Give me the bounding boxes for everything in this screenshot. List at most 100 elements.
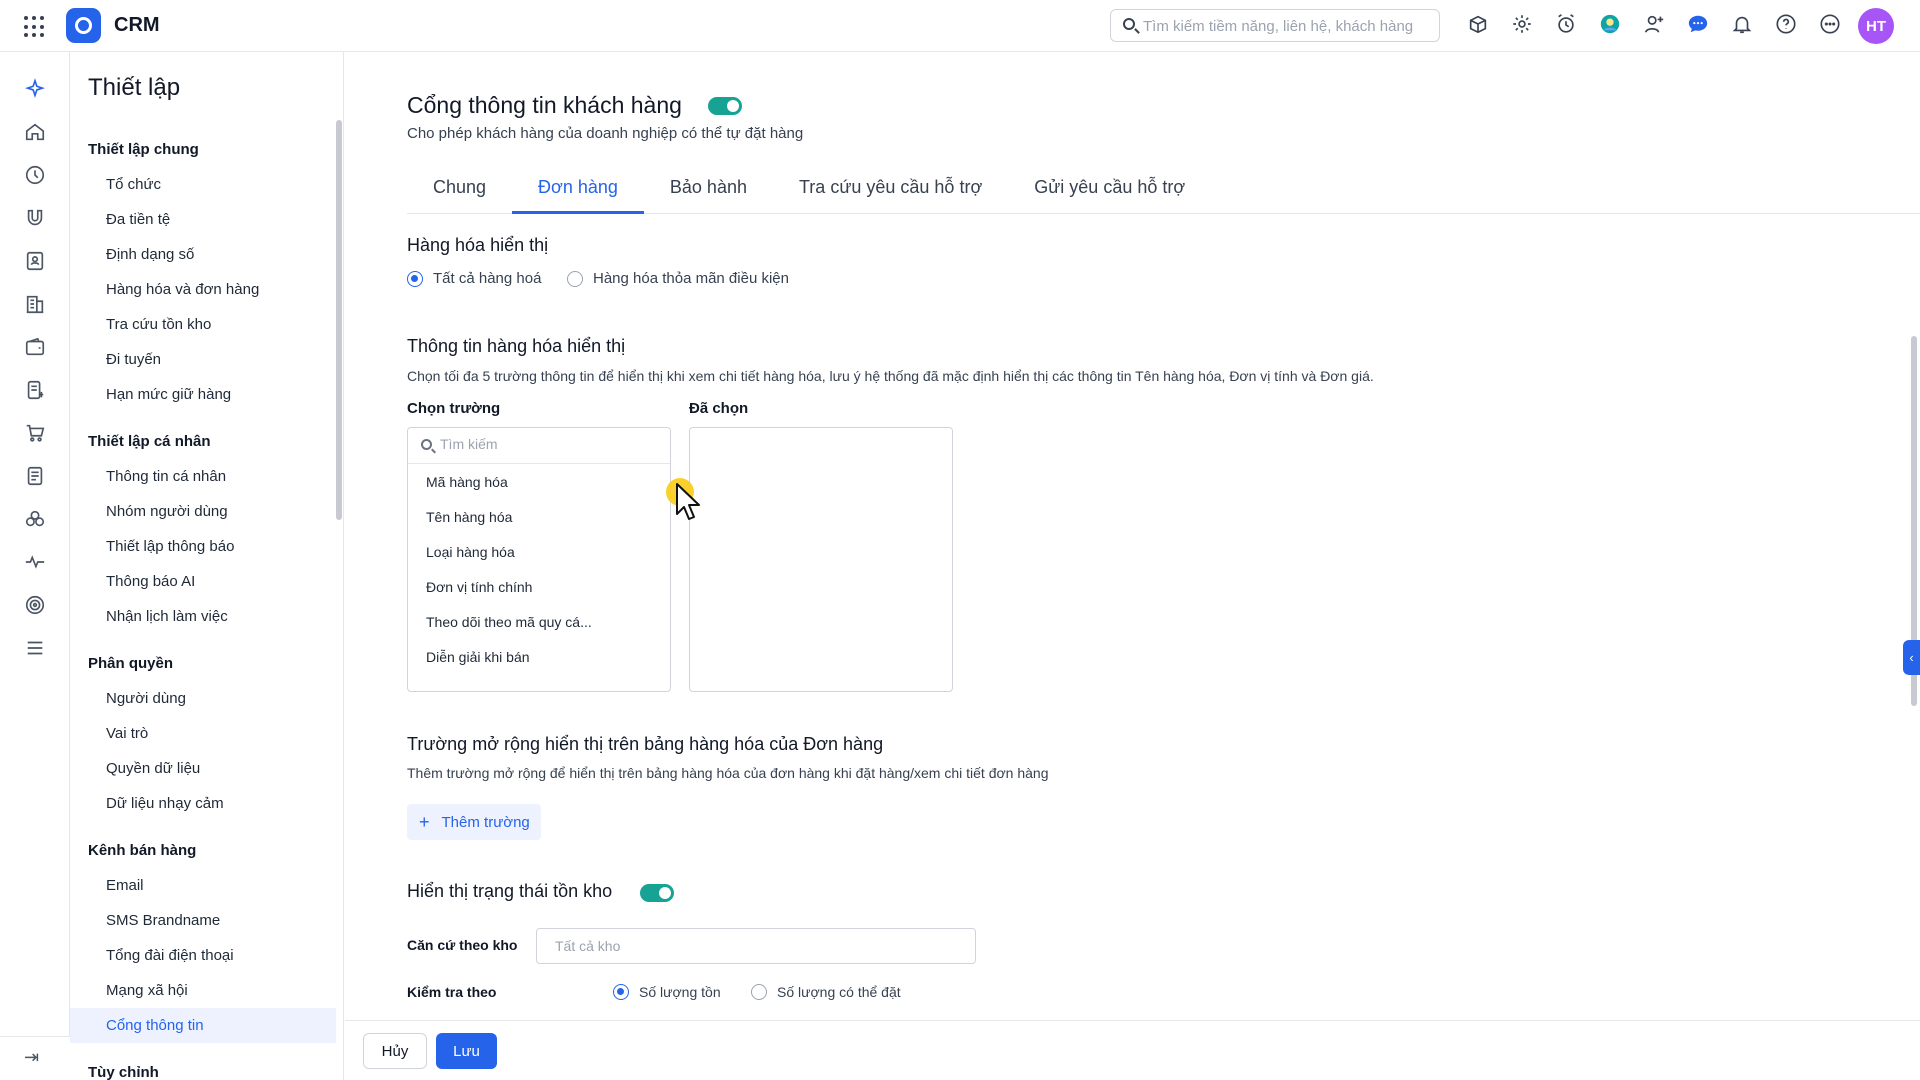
field-search[interactable]: [408, 428, 670, 464]
nav-item-social-network[interactable]: Mạng xã hội: [70, 973, 336, 1008]
radio-conditional-goods-label: Hàng hóa thỏa mãn điều kiện: [593, 270, 789, 287]
tab-warranty[interactable]: Bảo hành: [644, 166, 773, 214]
radio-stock-qty[interactable]: Số lượng tồn: [613, 984, 721, 1000]
choose-field-label: Chọn trường: [407, 400, 501, 417]
list-item[interactable]: Tên hàng hóa: [408, 500, 670, 535]
nav-item-routes[interactable]: Đi tuyến: [70, 342, 336, 377]
nav-item-ai-notifications[interactable]: Thông báo AI: [70, 564, 336, 599]
nav-item-call-center[interactable]: Tổng đài điện thoại: [70, 938, 336, 973]
target-icon[interactable]: [24, 594, 46, 616]
field-search-input[interactable]: [440, 436, 640, 452]
nav-item-email[interactable]: Email: [70, 868, 336, 903]
app-launcher-icon[interactable]: [24, 16, 46, 38]
list-item[interactable]: Mã hàng hóa: [408, 465, 670, 500]
sync-avatar-icon[interactable]: [1598, 12, 1622, 36]
nav-item-sensitive-data[interactable]: Dữ liệu nhạy cảm: [70, 786, 336, 821]
chosen-field-label: Đã chọn: [689, 400, 749, 417]
collapse-icon[interactable]: ⇥: [24, 1047, 39, 1068]
tab-support-request[interactable]: Gửi yêu cầu hỗ trợ: [1008, 166, 1211, 214]
nav-item-notification-settings[interactable]: Thiết lập thông báo: [70, 529, 336, 564]
tab-bar: Chung Đơn hàng Bảo hành Tra cứu yêu cầu …: [407, 166, 1920, 214]
action-footer: Hủy Lưu: [345, 1020, 1920, 1080]
add-field-button[interactable]: + Thêm trường: [407, 804, 541, 840]
gear-icon[interactable]: [1510, 12, 1534, 36]
global-search-input[interactable]: [1143, 15, 1433, 37]
radio-conditional-goods-control[interactable]: [567, 270, 583, 287]
goods-info-title: Thông tin hàng hóa hiển thị: [407, 336, 626, 356]
help-icon[interactable]: [1774, 12, 1798, 36]
add-field-label: Thêm trường: [441, 813, 530, 831]
extended-fields-description: Thêm trường mở rộng để hiển thị trên bản…: [407, 765, 1049, 781]
bell-icon[interactable]: [1730, 12, 1754, 36]
user-avatar[interactable]: HT: [1858, 8, 1894, 44]
warehouse-label: Căn cứ theo kho: [407, 937, 518, 953]
nav-item-roles[interactable]: Vai trò: [70, 716, 336, 751]
chat-icon[interactable]: [1686, 12, 1710, 36]
tab-support-lookup[interactable]: Tra cứu yêu cầu hỗ trợ: [773, 166, 1008, 214]
nav-item-personal-info[interactable]: Thông tin cá nhân: [70, 459, 336, 494]
radio-orderable-qty[interactable]: Số lượng có thể đặt: [751, 984, 901, 1000]
goods-info-description: Chọn tối đa 5 trường thông tin để hiển t…: [407, 368, 1374, 384]
menu-icon[interactable]: [24, 637, 46, 659]
cancel-button[interactable]: Hủy: [363, 1033, 427, 1069]
magnet-icon[interactable]: [24, 207, 46, 229]
invoice-icon[interactable]: [24, 379, 46, 401]
top-bar: CRM HT: [0, 0, 1920, 52]
radio-stock-qty-control[interactable]: [613, 984, 629, 1000]
warehouse-select[interactable]: Tất cả kho: [536, 928, 976, 964]
radio-orderable-qty-control[interactable]: [751, 984, 767, 1000]
activity-icon[interactable]: [24, 551, 46, 573]
global-search[interactable]: [1110, 9, 1440, 42]
list-item[interactable]: Đơn vị tính chính: [408, 570, 670, 605]
extended-fields-title: Trường mở rộng hiển thị trên bảng hàng h…: [407, 734, 884, 754]
portal-toggle[interactable]: [708, 97, 742, 115]
save-button[interactable]: Lưu: [436, 1033, 497, 1069]
nav-item-organization[interactable]: Tổ chức: [70, 167, 336, 202]
group-icon[interactable]: [24, 508, 46, 530]
cart-icon[interactable]: [24, 422, 46, 444]
store-icon[interactable]: [1466, 12, 1490, 36]
add-user-icon[interactable]: [1642, 12, 1666, 36]
radio-orderable-qty-label: Số lượng có thể đặt: [777, 984, 901, 1000]
tab-general[interactable]: Chung: [407, 166, 512, 214]
radio-all-goods-label: Tất cả hàng hoá: [433, 270, 542, 287]
side-panel-toggle[interactable]: ‹: [1903, 640, 1920, 675]
list-item[interactable]: Diễn giải khi bán: [408, 640, 670, 675]
list-item[interactable]: Theo dõi theo mã quy cá...: [408, 605, 670, 640]
contact-card-icon[interactable]: [24, 250, 46, 272]
nav-item-sms-brandname[interactable]: SMS Brandname: [70, 903, 336, 938]
nav-item-work-schedule[interactable]: Nhận lịch làm việc: [70, 599, 336, 634]
dashboard-icon[interactable]: [24, 164, 46, 186]
home-icon[interactable]: [24, 121, 46, 143]
nav-item-user-groups[interactable]: Nhóm người dùng: [70, 494, 336, 529]
module-rail: [0, 52, 70, 1080]
nav-item-users[interactable]: Người dùng: [70, 681, 336, 716]
wallet-icon[interactable]: [24, 336, 46, 358]
app-title: CRM: [114, 14, 160, 36]
available-fields-box: Mã hàng hóa Tên hàng hóa Loại hàng hóa Đ…: [407, 427, 671, 692]
alarm-clock-icon[interactable]: [1554, 12, 1578, 36]
collapse-rail[interactable]: ⇥: [0, 1036, 70, 1080]
list-item[interactable]: Loại hàng hóa: [408, 535, 670, 570]
building-icon[interactable]: [24, 293, 46, 315]
radio-conditional-goods[interactable]: Hàng hóa thỏa mãn điều kiện: [567, 270, 789, 287]
nav-item-portal[interactable]: Cổng thông tin: [70, 1008, 336, 1043]
nav-item-stock-lookup[interactable]: Tra cứu tồn kho: [70, 307, 336, 342]
sparkle-icon[interactable]: [24, 78, 46, 100]
nav-group-customize: Tùy chỉnh: [88, 1064, 159, 1080]
top-toolbar: [1466, 12, 1842, 36]
nav-item-goods-orders[interactable]: Hàng hóa và đơn hàng: [70, 272, 336, 307]
nav-item-number-format[interactable]: Định dạng số: [70, 237, 336, 272]
document-icon[interactable]: [24, 465, 46, 487]
radio-all-goods[interactable]: Tất cả hàng hoá: [407, 270, 541, 287]
nav-scrollbar[interactable]: [336, 120, 342, 520]
radio-all-goods-control[interactable]: [407, 270, 423, 287]
nav-item-hold-limit[interactable]: Hạn mức giữ hàng: [70, 377, 336, 412]
nav-item-multi-currency[interactable]: Đa tiền tệ: [70, 202, 336, 237]
nav-group-general: Thiết lập chung: [88, 141, 199, 158]
more-icon[interactable]: [1818, 12, 1842, 36]
tab-orders[interactable]: Đơn hàng: [512, 166, 644, 214]
nav-item-data-permissions[interactable]: Quyền dữ liệu: [70, 751, 336, 786]
stock-status-toggle[interactable]: [640, 884, 674, 902]
chosen-fields-box[interactable]: [689, 427, 953, 692]
